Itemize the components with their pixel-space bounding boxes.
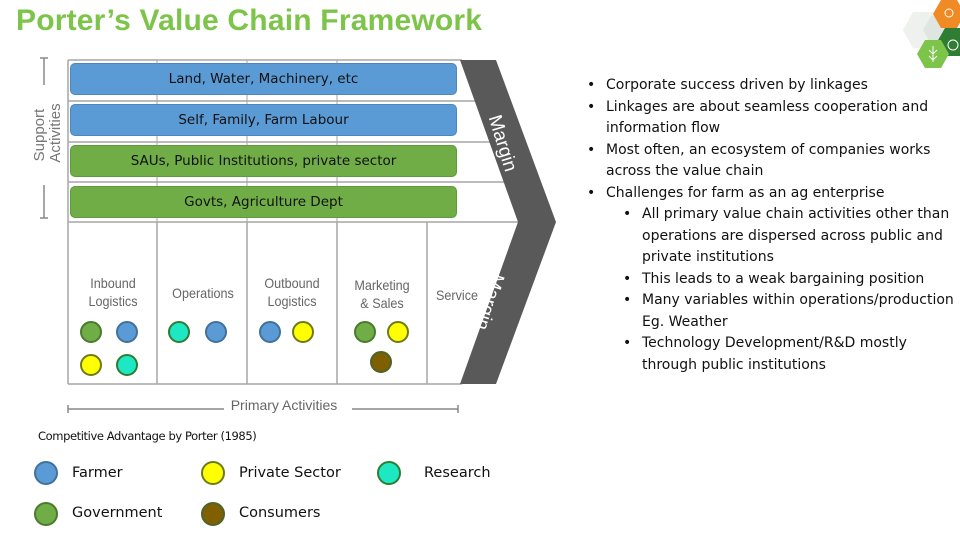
actor-dot-farmer	[259, 321, 281, 343]
legend-label-private-sector: Private Sector	[239, 465, 341, 481]
sub-bullet-item: All primary value chain activities other…	[621, 204, 955, 269]
sub-bullet-item: Many variables within operations/product…	[621, 290, 955, 333]
legend-swatch-private-sector	[201, 461, 225, 485]
bullet-item: Challenges for farm as an ag enterprise …	[585, 183, 955, 377]
legend-item-private-sector	[201, 461, 225, 485]
column-label-outbound-logistics: Outbound Logistics	[264, 275, 320, 309]
column-label-inbound-logistics: Inbound Logistics	[88, 275, 138, 309]
bullet-list: Corporate success driven by linkages Lin…	[585, 75, 955, 376]
legend-item-consumers	[201, 502, 225, 526]
column-label-operations: Operations	[172, 285, 234, 301]
legend-label-consumers: Consumers	[239, 505, 321, 521]
sub-bullet-item: This leads to a weak bargaining position	[621, 269, 955, 291]
legend-swatch-research	[377, 461, 401, 485]
bullet-item: Most often, an ecosystem of companies wo…	[585, 140, 955, 183]
legend-label-government: Government	[72, 505, 163, 521]
legend-item-farmer	[34, 461, 58, 485]
actor-dot-government	[80, 321, 102, 343]
bullet-item: Linkages are about seamless cooperation …	[585, 97, 955, 140]
value-chain-diagram: Margin Margin Support Activities Primary…	[0, 0, 570, 420]
legend-label-farmer: Farmer	[72, 465, 123, 481]
actor-dot-private-sector	[292, 321, 314, 343]
legend-label-research: Research	[424, 465, 491, 481]
legend-swatch-farmer	[34, 461, 58, 485]
support-bar-infrastructure: Land, Water, Machinery, etc	[70, 63, 457, 95]
actor-dot-farmer	[116, 321, 138, 343]
support-bar-government: Govts, Agriculture Dept	[70, 186, 457, 218]
sub-bullet-list: All primary value chain activities other…	[606, 204, 955, 376]
actor-dot-research	[116, 354, 138, 376]
legend-item-government	[34, 502, 58, 526]
column-label-marketing-sales: Marketing & Sales	[354, 277, 410, 311]
bullet-item: Corporate success driven by linkages	[585, 75, 955, 97]
legend-swatch-consumers	[201, 502, 225, 526]
sub-bullet-item: Technology Development/R&D mostly throug…	[621, 333, 955, 376]
actor-dot-research	[168, 321, 190, 343]
source-caption: Competitive Advantage by Porter (1985)	[38, 429, 257, 443]
support-activities-label: Support Activities	[31, 103, 64, 162]
primary-activities-label: Primary Activities	[231, 397, 338, 413]
actor-dot-private-sector	[80, 354, 102, 376]
legend-item-research	[377, 461, 401, 485]
support-bar-labour: Self, Family, Farm Labour	[70, 104, 457, 136]
bullet-item-text: Challenges for farm as an ag enterprise	[606, 184, 885, 201]
legend-swatch-government	[34, 502, 58, 526]
actor-dot-government	[354, 321, 376, 343]
actor-dot-farmer	[205, 321, 227, 343]
actor-dot-private-sector	[387, 321, 409, 343]
hexagon-agriculture-logo-icon	[903, 0, 960, 68]
support-bar-institutions: SAUs, Public Institutions, private secto…	[70, 145, 457, 177]
column-label-service: Service	[435, 287, 479, 303]
actor-dot-consumers	[370, 351, 392, 373]
